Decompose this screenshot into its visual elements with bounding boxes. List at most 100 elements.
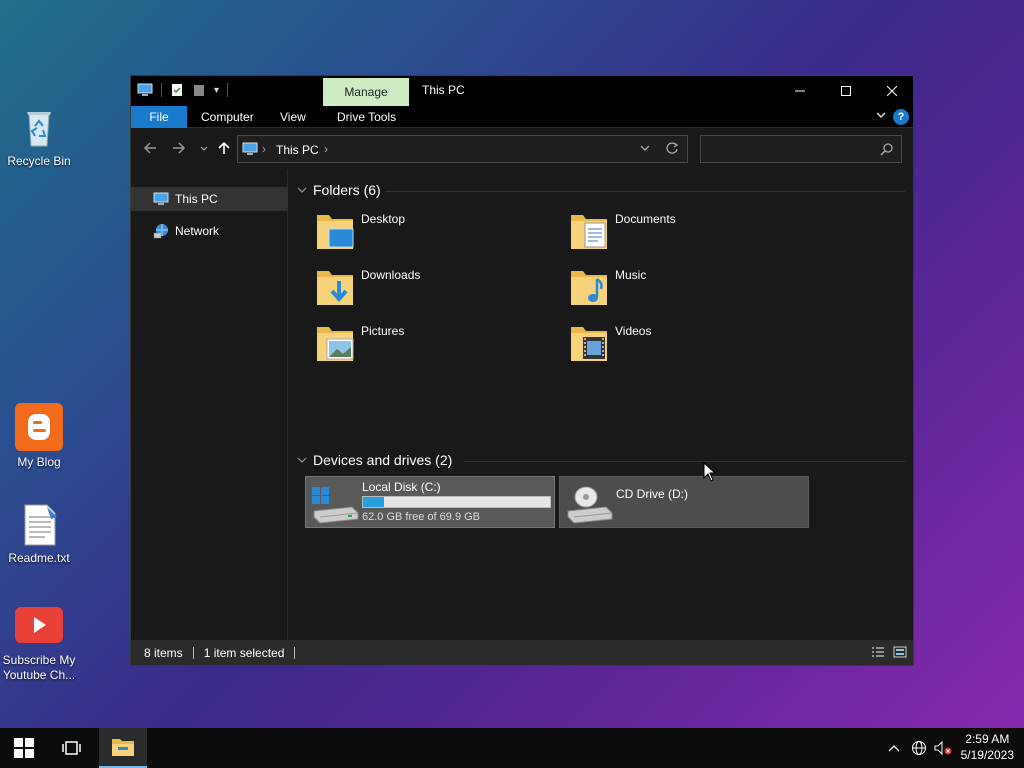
folder-documents[interactable]: Documents [561, 209, 801, 257]
windows-logo-icon [14, 738, 34, 758]
collapse-chevron-icon [297, 187, 307, 193]
youtube-icon [15, 607, 63, 643]
group-divider [385, 191, 905, 192]
drive-cd-d[interactable]: CD Drive (D:) [559, 476, 809, 528]
drive-name: Local Disk (C:) [362, 480, 441, 494]
folder-label: Documents [615, 212, 676, 226]
recent-locations-button[interactable] [199, 141, 209, 159]
volume-muted-icon[interactable] [934, 740, 952, 756]
details-view-icon[interactable] [871, 646, 885, 658]
folder-desktop[interactable]: Desktop [307, 209, 547, 257]
search-icon [880, 143, 893, 156]
folder-label: Desktop [361, 212, 406, 226]
new-folder-icon[interactable] [192, 83, 206, 97]
desktop-icon-readme[interactable]: Readme.txt [0, 503, 79, 566]
clock-time: 2:59 AM [965, 732, 1010, 746]
forward-button[interactable] [172, 141, 186, 159]
network-icon [153, 224, 168, 239]
chevron-down-icon [200, 146, 208, 151]
drive-local-disk-c[interactable]: Local Disk (C:) 62.0 GB free of 69.9 GB [305, 476, 555, 528]
folder-downloads[interactable]: Downloads [307, 265, 547, 313]
search-box[interactable] [700, 135, 902, 163]
this-pc-icon [153, 192, 169, 205]
folder-videos[interactable]: Videos [561, 321, 801, 369]
documents-folder-icon [571, 215, 607, 249]
folder-pictures[interactable]: Pictures [307, 321, 547, 369]
folder-label: Music [615, 268, 647, 282]
drive-free-space: 62.0 GB free of 69.9 GB [362, 511, 481, 523]
desktop-icon-label: Recycle Bin [7, 154, 71, 168]
tab-manage[interactable]: Manage [323, 78, 409, 106]
videos-folder-icon [571, 327, 607, 361]
maximize-icon [841, 86, 851, 96]
back-arrow-icon [143, 142, 156, 154]
maximize-button[interactable] [823, 76, 869, 106]
address-dropdown-icon[interactable] [639, 142, 651, 157]
minimize-icon [795, 90, 805, 92]
group-header-label: Folders (6) [313, 182, 381, 198]
file-explorer-icon [112, 739, 134, 756]
forward-arrow-icon [173, 142, 186, 154]
up-arrow-icon [218, 141, 230, 154]
task-view-button[interactable] [48, 728, 96, 768]
properties-icon[interactable] [170, 83, 184, 97]
desktop-icon-label: Readme.txt [8, 551, 70, 565]
folder-music[interactable]: Music [561, 265, 801, 313]
breadcrumb-separator-icon[interactable]: › [262, 142, 266, 156]
desktop-icon-recycle-bin[interactable]: Recycle Bin [0, 106, 79, 169]
group-divider [464, 461, 905, 462]
navigation-pane: This PC Network [131, 169, 288, 641]
help-button[interactable]: ? [893, 109, 909, 125]
refresh-icon[interactable] [665, 141, 679, 158]
tab-computer[interactable]: Computer [187, 106, 268, 128]
nav-item-this-pc[interactable]: This PC [131, 187, 288, 211]
navigation-bar: › This PC › [131, 129, 913, 169]
text-file-icon [17, 503, 61, 547]
status-item-count: 8 items [131, 646, 194, 659]
desktop-icon-youtube[interactable]: Subscribe My Youtube Ch... [0, 607, 79, 683]
show-hidden-icons-icon[interactable] [887, 741, 901, 755]
group-header-folders[interactable]: Folders (6) [297, 182, 381, 198]
drive-name: CD Drive (D:) [616, 487, 688, 501]
breadcrumb-separator-icon[interactable]: › [324, 142, 328, 156]
drive-usage-bar [362, 496, 551, 508]
recycle-bin-icon [17, 106, 61, 150]
this-pc-icon [137, 83, 153, 96]
minimize-button[interactable] [777, 76, 823, 106]
task-view-icon [62, 741, 81, 755]
up-button[interactable] [217, 141, 231, 159]
close-icon [887, 86, 897, 96]
network-globe-icon[interactable] [911, 740, 927, 756]
collapse-chevron-icon [297, 457, 307, 463]
desktop-icon-label: Subscribe My Youtube Ch... [2, 653, 76, 682]
desktop-icon-label: My Blog [17, 455, 61, 469]
large-icons-view-icon[interactable] [893, 646, 907, 658]
this-pc-icon [242, 142, 258, 155]
nav-item-network[interactable]: Network [131, 219, 288, 243]
search-input[interactable] [705, 140, 875, 158]
start-button[interactable] [0, 728, 48, 768]
downloads-folder-icon [317, 271, 353, 305]
close-button[interactable] [869, 76, 915, 106]
quick-access-toolbar: ▾ [137, 82, 229, 98]
back-button[interactable] [143, 141, 157, 159]
breadcrumb-this-pc[interactable]: This PC [276, 143, 319, 157]
group-header-devices[interactable]: Devices and drives (2) [297, 452, 452, 468]
customize-qat-icon[interactable]: ▾ [214, 85, 219, 96]
music-folder-icon [571, 271, 607, 305]
address-bar[interactable]: › This PC › [237, 135, 688, 163]
status-bar: 8 items 1 item selected [131, 640, 913, 665]
expand-ribbon-icon[interactable] [875, 109, 887, 124]
taskbar-file-explorer[interactable] [99, 728, 147, 768]
folder-label: Downloads [361, 268, 421, 282]
ribbon-tabs: File Computer View Drive Tools ? [131, 106, 913, 128]
taskbar-clock[interactable]: 2:59 AM 5/19/2023 [961, 731, 1014, 763]
desktop-folder-icon [317, 215, 354, 249]
content-pane: Folders (6) Desktop Documents Downloads … [289, 169, 913, 641]
nav-item-label: Network [175, 224, 220, 238]
tab-file[interactable]: File [131, 106, 187, 128]
tab-view[interactable]: View [266, 106, 320, 128]
title-bar[interactable]: ▾ Manage This PC [131, 76, 913, 106]
tab-drive-tools[interactable]: Drive Tools [323, 106, 410, 128]
desktop-icon-my-blog[interactable]: My Blog [0, 403, 79, 470]
